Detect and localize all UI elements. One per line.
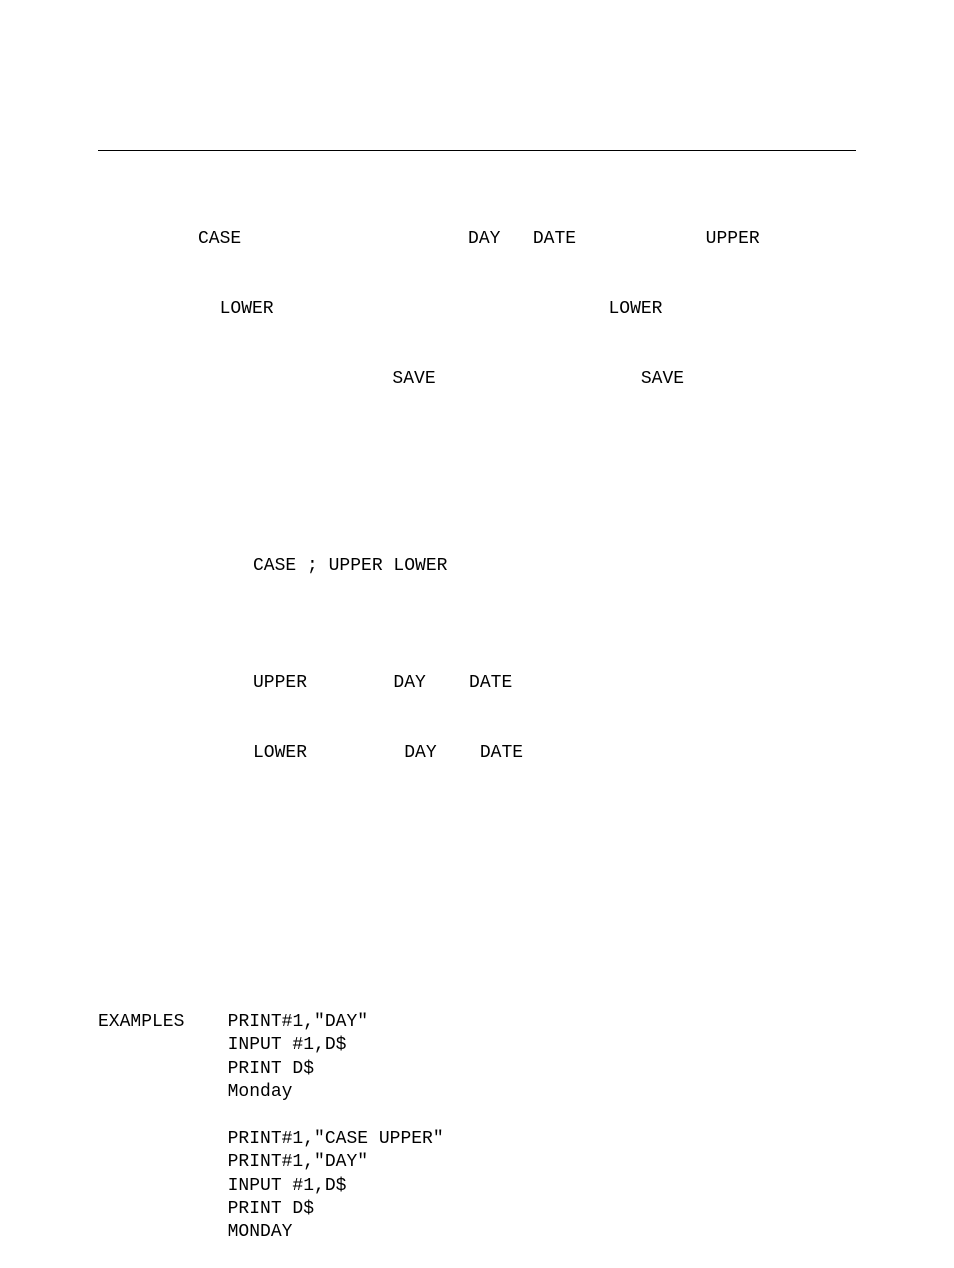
format-block: CASE ; UPPER LOWER UPPER DAY DATE LOWER … xyxy=(253,508,856,812)
example2-line3: INPUT #1,D$ xyxy=(228,1176,347,1196)
horizontal-rule xyxy=(98,150,856,151)
example1-line3: PRINT D$ xyxy=(228,1059,314,1079)
example2-line4: PRINT D$ xyxy=(228,1199,314,1219)
document-page: CASE DAY DATE UPPER LOWER LOWER SAVE SAV… xyxy=(0,0,954,1235)
example2-line5: MONDAY xyxy=(228,1222,293,1242)
example1-line2: INPUT #1,D$ xyxy=(228,1035,347,1055)
examples-label: EXAMPLES xyxy=(98,1012,184,1032)
intro-line-1: CASE DAY DATE UPPER xyxy=(98,228,856,251)
intro-line-3: SAVE SAVE xyxy=(98,368,856,391)
example1-line1: PRINT#1,"DAY" xyxy=(228,1012,368,1032)
format-line-3: UPPER DAY DATE xyxy=(253,672,856,695)
examples-section: EXAMPLES PRINT#1,"DAY" INPUT #1,D$ PRINT… xyxy=(98,987,856,1268)
example2-line1: PRINT#1,"CASE UPPER" xyxy=(228,1129,444,1149)
format-line-4: LOWER DAY DATE xyxy=(253,742,856,765)
intro-paragraph: CASE DAY DATE UPPER LOWER LOWER SAVE SAV… xyxy=(98,181,856,438)
intro-line-2: LOWER LOWER xyxy=(98,298,856,321)
example1-line4: Monday xyxy=(228,1082,293,1102)
format-line-1: CASE ; UPPER LOWER xyxy=(253,555,856,578)
example2-line2: PRINT#1,"DAY" xyxy=(228,1152,368,1172)
